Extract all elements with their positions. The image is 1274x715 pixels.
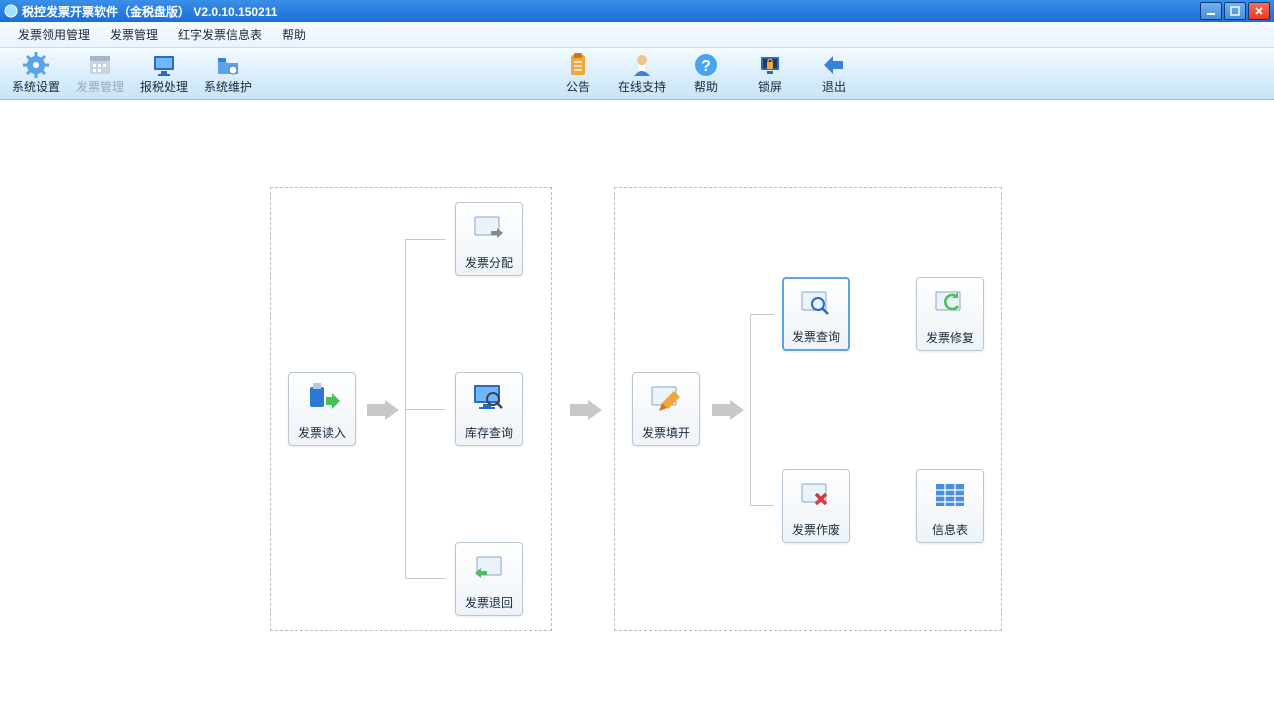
app-icon [4, 4, 18, 18]
flow-invoice-assign[interactable]: 发票分配 [455, 202, 523, 276]
flow-label: 发票分配 [465, 254, 513, 271]
maximize-button[interactable] [1224, 2, 1246, 20]
close-button[interactable] [1248, 2, 1270, 20]
toolbar-help[interactable]: ? 帮助 [676, 51, 736, 97]
flow-label: 库存查询 [465, 424, 513, 441]
flow-label: 发票读入 [298, 424, 346, 441]
doc-arrow-left-icon [469, 543, 509, 594]
toolbar-notice[interactable]: 公告 [548, 51, 608, 97]
minimize-button[interactable] [1200, 2, 1222, 20]
flow-stock-query[interactable]: 库存查询 [455, 372, 523, 446]
flow-invoice-return[interactable]: 发票退回 [455, 542, 523, 616]
monitor-icon [151, 52, 177, 78]
menu-help[interactable]: 帮助 [272, 22, 316, 47]
menu-bar: 发票领用管理 发票管理 红字发票信息表 帮助 [0, 22, 1274, 48]
workspace: 发票读入 发票分配 库存查询 发票退回 发票填开 [0, 100, 1274, 715]
lock-icon [757, 52, 783, 78]
toolbar-label: 报税处理 [140, 78, 188, 95]
toolbar-label: 在线支持 [618, 78, 666, 95]
doc-x-icon [796, 470, 836, 521]
table-icon [930, 470, 970, 521]
usb-arrow-icon [302, 373, 342, 424]
app-title: 税控发票开票软件（金税盘版） V2.0.10.150211 [22, 3, 277, 20]
toolbar-label: 公告 [566, 78, 590, 95]
flow-invoice-query[interactable]: 发票查询 [782, 277, 850, 351]
title-bar: 税控发票开票软件（金税盘版） V2.0.10.150211 [0, 0, 1274, 22]
arrow-icon [365, 400, 401, 420]
flow-invoice-read[interactable]: 发票读入 [288, 372, 356, 446]
menu-invoice-receive[interactable]: 发票领用管理 [8, 22, 100, 47]
clipboard-icon [565, 52, 591, 78]
toolbar-invoice-manage[interactable]: 发票管理 [70, 51, 130, 97]
back-arrow-icon [821, 52, 847, 78]
svg-text:?: ? [701, 58, 711, 75]
menu-invoice-manage[interactable]: 发票管理 [100, 22, 168, 47]
flow-invoice-fill[interactable]: 发票填开 [632, 372, 700, 446]
doc-arrow-right-icon [469, 203, 509, 254]
toolbar-exit[interactable]: 退出 [804, 51, 864, 97]
flow-label: 发票填开 [642, 424, 690, 441]
folder-gear-icon [215, 52, 241, 78]
flow-label: 发票退回 [465, 594, 513, 611]
flow-info-table[interactable]: 信息表 [916, 469, 984, 543]
connector-line [405, 409, 445, 410]
menu-red-invoice[interactable]: 红字发票信息表 [168, 22, 272, 47]
toolbar-label: 锁屏 [758, 78, 782, 95]
flow-label: 发票作废 [792, 521, 840, 538]
toolbar-label: 退出 [822, 78, 846, 95]
doc-refresh-icon [930, 278, 970, 329]
doc-pencil-icon [646, 373, 686, 424]
flow-invoice-void[interactable]: 发票作废 [782, 469, 850, 543]
toolbar-tax-process[interactable]: 报税处理 [134, 51, 194, 97]
toolbar: 系统设置 发票管理 报税处理 系统维护 公告 在线支持 ? 帮助 [0, 48, 1274, 100]
calendar-icon [87, 52, 113, 78]
gear-icon [23, 52, 49, 78]
toolbar-lock[interactable]: 锁屏 [740, 51, 800, 97]
arrow-icon [568, 400, 604, 420]
toolbar-label: 系统设置 [12, 78, 60, 95]
flow-label: 发票修复 [926, 329, 974, 346]
person-icon [629, 52, 655, 78]
doc-search-icon [796, 279, 836, 328]
flow-label: 信息表 [932, 521, 968, 538]
help-icon: ? [693, 52, 719, 78]
toolbar-label: 系统维护 [204, 78, 252, 95]
connector-line [750, 314, 774, 506]
toolbar-online-support[interactable]: 在线支持 [612, 51, 672, 97]
toolbar-label: 帮助 [694, 78, 718, 95]
flow-label: 发票查询 [792, 328, 840, 345]
flow-invoice-repair[interactable]: 发票修复 [916, 277, 984, 351]
toolbar-system-settings[interactable]: 系统设置 [6, 51, 66, 97]
monitor-search-icon [469, 373, 509, 424]
arrow-icon [710, 400, 746, 420]
toolbar-system-maintain[interactable]: 系统维护 [198, 51, 258, 97]
toolbar-label: 发票管理 [76, 78, 124, 95]
